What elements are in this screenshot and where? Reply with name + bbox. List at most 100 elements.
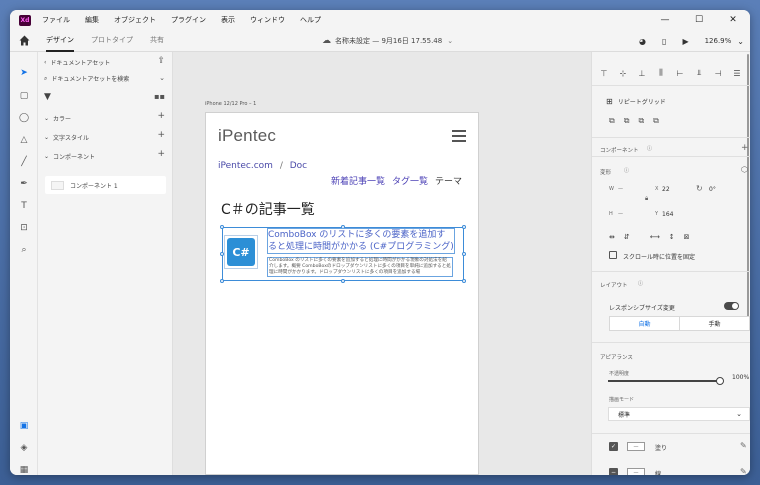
align-middle-icon[interactable]: ⊹ — [617, 67, 629, 79]
add-color-icon[interactable]: + — [157, 111, 165, 121]
boolean-intersect-icon[interactable]: ⧉ — [638, 116, 644, 126]
pen-tool-icon[interactable]: ✒ — [18, 178, 30, 190]
stroke-checkbox[interactable]: − — [609, 468, 618, 475]
line-tool-icon[interactable]: ╱ — [18, 156, 30, 168]
assets-search[interactable]: ⌕ ドキュメントアセットを検索 — [44, 74, 164, 84]
article-description[interactable]: ComboBox のリストに多くの要素を追加すると処理に時間がかかる現象の対処法… — [267, 257, 453, 277]
nav-new-articles[interactable]: 新着記事一覧 — [331, 174, 385, 187]
fixed-height-icon[interactable]: ↕ — [669, 233, 675, 241]
3d-transform-icon[interactable]: ⬡ — [741, 165, 748, 174]
flip-vertical-icon[interactable]: ⇵ — [624, 233, 630, 241]
h-field[interactable]: — — [618, 211, 623, 217]
nav-tags[interactable]: タグ一覧 — [392, 174, 428, 187]
fit-content-icon[interactable]: ⊠ — [684, 233, 690, 241]
blend-mode-select[interactable]: 標準 ⌄ — [608, 407, 750, 421]
rotation-field[interactable]: 0° — [709, 186, 716, 193]
fill-checkbox[interactable]: ✓ — [609, 442, 618, 451]
zoom-level[interactable]: 126.9% — [705, 37, 732, 45]
article-card[interactable]: C# ComboBox のリストに多くの要素を追加すると処理に時間がかかる (C… — [220, 225, 466, 283]
user-icon[interactable]: ◕ — [639, 37, 646, 46]
align-left-icon[interactable]: ⊢ — [674, 67, 686, 79]
grid-view-icon[interactable]: ▪▪ — [154, 92, 165, 101]
eyedropper-icon[interactable]: ✎ — [740, 441, 747, 450]
info-icon[interactable]: ⓘ — [647, 145, 652, 152]
article-title[interactable]: ComboBox のリストに多くの要素を追加すると処理に時間がかかる (C#プロ… — [267, 228, 455, 254]
breadcrumb-doc[interactable]: Doc — [290, 161, 307, 171]
auto-button[interactable]: 自動 — [610, 317, 680, 330]
boolean-exclude-icon[interactable]: ⧉ — [653, 116, 659, 126]
menu-help[interactable]: ヘルプ — [300, 15, 321, 25]
menu-object[interactable]: オブジェクト — [114, 15, 156, 25]
maximize-button[interactable]: ☐ — [682, 10, 716, 30]
align-center-icon[interactable]: ⫫ — [693, 67, 705, 79]
resize-handle-tl[interactable] — [220, 225, 224, 229]
menu-file[interactable]: ファイル — [42, 15, 70, 25]
menu-plugins[interactable]: プラグイン — [171, 15, 206, 25]
rectangle-tool-icon[interactable]: ▢ — [18, 90, 30, 102]
select-tool-icon[interactable]: ➤ — [18, 67, 30, 79]
ellipse-tool-icon[interactable]: ◯ — [18, 112, 30, 124]
add-character-style-icon[interactable]: + — [157, 130, 165, 140]
info-icon[interactable]: ⓘ — [624, 167, 629, 174]
opacity-slider-handle[interactable] — [716, 377, 724, 385]
zoom-chevron-icon[interactable]: ⌄ — [737, 37, 744, 46]
assets-search-input[interactable]: ドキュメントアセットを検索 — [51, 74, 129, 83]
x-field[interactable]: 22 — [662, 186, 670, 193]
section-components[interactable]: ⌄ コンポーネント — [44, 152, 95, 161]
manual-button[interactable]: 手動 — [680, 317, 749, 330]
polygon-tool-icon[interactable]: △ — [18, 134, 30, 146]
hamburger-menu-icon[interactable] — [452, 130, 466, 142]
mobile-preview-icon[interactable]: ▯ — [662, 37, 666, 46]
y-field[interactable]: 164 — [662, 211, 673, 218]
fix-scroll-checkbox[interactable] — [609, 251, 617, 259]
search-chevron-icon[interactable]: ⌄ — [159, 74, 165, 82]
section-colors[interactable]: ⌄ カラー — [44, 114, 71, 123]
home-icon[interactable] — [18, 34, 31, 47]
fill-swatch[interactable]: — — [627, 442, 645, 451]
plugins-panel-icon[interactable]: ▦ — [18, 464, 30, 475]
minimize-button[interactable]: — — [648, 10, 682, 30]
section-character-styles[interactable]: ⌄ 文字スタイル — [44, 133, 89, 142]
menu-window[interactable]: ウィンドウ — [250, 15, 285, 25]
props-scrollbar[interactable] — [747, 54, 749, 329]
artboard-tool-icon[interactable]: ⊡ — [18, 222, 30, 234]
opacity-value[interactable]: 100% — [732, 374, 749, 381]
filter-icon[interactable]: ▼ — [44, 92, 51, 102]
flip-horizontal-icon[interactable]: ⇹ — [609, 233, 615, 241]
resize-handle-bl[interactable] — [220, 279, 224, 283]
resize-handle-br[interactable] — [462, 279, 466, 283]
article-thumbnail[interactable]: C# — [224, 235, 258, 269]
boolean-add-icon[interactable]: ⧉ — [609, 116, 615, 126]
play-icon[interactable]: ▶ — [682, 37, 688, 46]
opacity-slider-track[interactable] — [608, 380, 718, 382]
menu-view[interactable]: 表示 — [221, 15, 235, 25]
distribute-horizontal-icon[interactable]: ☰ — [731, 67, 743, 79]
eyedropper-icon[interactable]: ✎ — [740, 467, 747, 475]
page-heading[interactable]: C＃の記事一覧 — [221, 199, 315, 219]
component-item[interactable]: コンポーネント 1 — [45, 176, 166, 194]
w-field[interactable]: — — [618, 186, 623, 192]
boolean-subtract-icon[interactable]: ⧉ — [624, 116, 630, 126]
close-button[interactable]: ✕ — [716, 10, 750, 30]
text-tool-icon[interactable]: T — [18, 200, 30, 212]
info-icon[interactable]: ⓘ — [638, 280, 643, 287]
resize-handle-b[interactable] — [341, 279, 345, 283]
export-icon[interactable]: ⇪ — [157, 56, 165, 66]
align-top-icon[interactable]: ⊤ — [598, 67, 610, 79]
resize-handle-tr[interactable] — [462, 225, 466, 229]
align-bottom-icon[interactable]: ⊥ — [636, 67, 648, 79]
assets-header[interactable]: ‹ ドキュメントアセット — [44, 58, 110, 67]
nav-themes[interactable]: テーマ — [435, 174, 462, 187]
layers-panel-icon[interactable]: ◈ — [18, 442, 30, 454]
distribute-vertical-icon[interactable]: ⫼ — [655, 67, 667, 79]
align-right-icon[interactable]: ⊣ — [712, 67, 724, 79]
artboard-label[interactable]: iPhone 12/12 Pro – 1 — [205, 101, 256, 107]
tab-share[interactable]: 共有 — [150, 30, 164, 52]
resize-handle-r[interactable] — [462, 252, 466, 256]
site-logo[interactable]: iPentec — [218, 126, 276, 146]
breadcrumb-home[interactable]: iPentec.com — [218, 161, 273, 171]
canvas[interactable]: iPhone 12/12 Pro – 1 iPentec iPentec.com… — [173, 52, 591, 475]
zoom-tool-icon[interactable]: ⌕ — [18, 244, 30, 256]
repeat-grid-button[interactable]: ⊞ リピートグリッド — [606, 97, 666, 106]
tab-prototype[interactable]: プロトタイプ — [91, 30, 133, 52]
